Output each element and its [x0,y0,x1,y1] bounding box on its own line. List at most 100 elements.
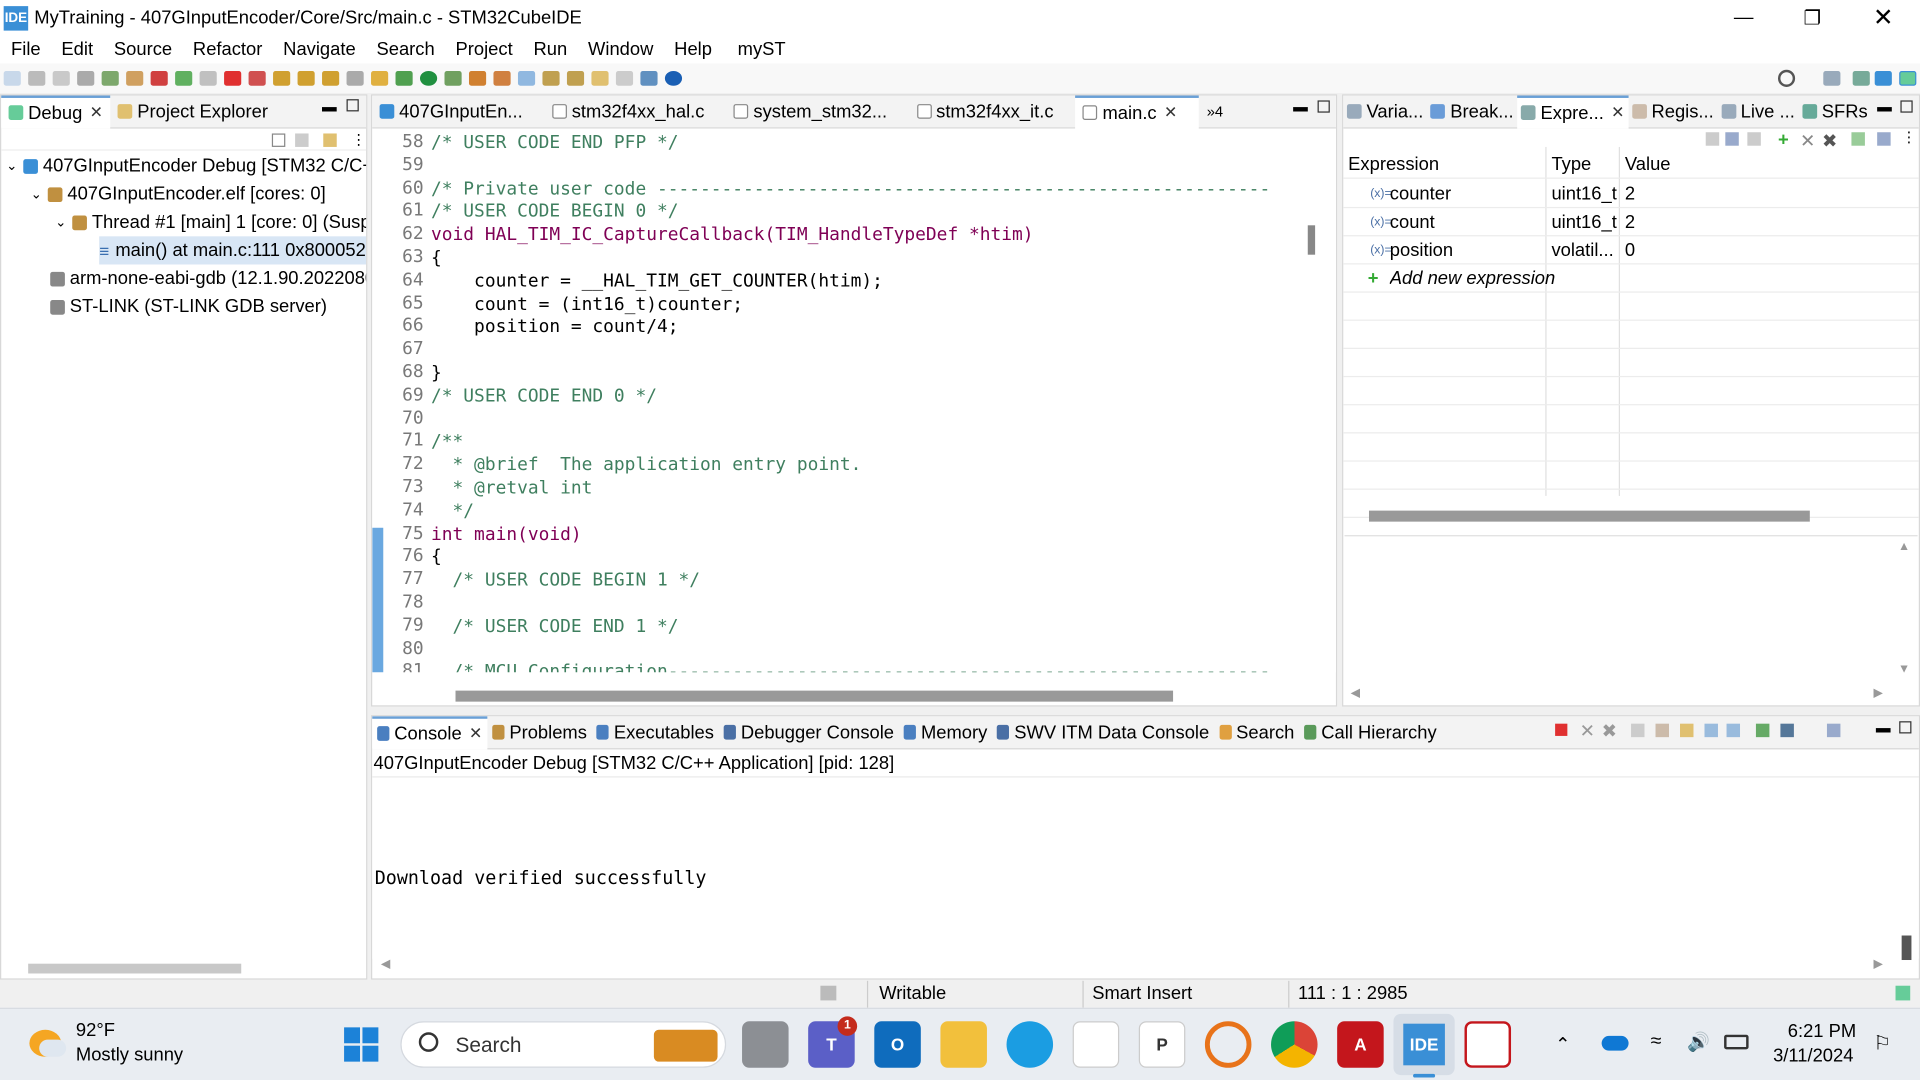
show-on-error-icon[interactable] [1726,723,1741,738]
code-line[interactable]: /** [431,430,463,453]
tab-project-explorer[interactable]: Project Explorer [110,95,275,128]
console-scroll-left-icon[interactable]: ◀ [381,958,390,971]
code-line[interactable]: } [431,361,442,384]
remove-all-launch-icon[interactable]: ✖ [1602,720,1617,742]
column-header[interactable]: Value [1625,151,1671,179]
editor-horizontal-scrollbar[interactable] [455,690,1174,702]
remove-launch-icon[interactable]: ✕ [1580,720,1595,742]
add-new-expression-label[interactable]: Add new expression [1390,264,1555,292]
battery-icon[interactable] [1724,1034,1749,1050]
minimize-view-icon[interactable]: ▬ [322,98,337,115]
console-tab-console[interactable]: Console ✕ [372,715,488,749]
editor-tab-2[interactable]: system_stm32... [726,95,909,128]
right-tab-5[interactable]: SFRs [1798,95,1871,128]
step-filter-icon[interactable] [323,133,337,147]
code-line[interactable]: /* USER CODE END 0 */ [431,384,657,407]
code-area[interactable]: 58 /* USER CODE END PFP */ 59 60 /* Private … [372,128,1336,673]
minimize-right-icon[interactable]: ▬ [1877,98,1892,115]
clear-console-icon[interactable] [1631,723,1645,738]
chevron-up-icon[interactable]: ⌃ [1555,1033,1570,1056]
disconnect-icon[interactable] [248,71,266,86]
console-output-area[interactable]: Download verified successfully [372,777,1919,961]
step-into-icon[interactable] [273,71,291,86]
instruction-step-icon[interactable] [346,71,364,86]
close-icon[interactable]: ✕ [1164,103,1177,123]
print-icon[interactable] [77,71,95,86]
close-button[interactable]: ✕ [1849,0,1918,36]
edge-icon[interactable] [1006,1021,1054,1068]
code-line[interactable]: { [431,246,442,269]
open-view-icon[interactable] [1851,132,1865,146]
scroll-down-icon[interactable]: ▼ [1898,662,1910,675]
tab-debug[interactable]: Debug ✕ [1,94,111,128]
cpp-perspective-icon[interactable] [1852,71,1870,86]
menu-myst[interactable]: myST [727,39,796,60]
column-header[interactable]: Type [1551,151,1591,179]
info-icon[interactable] [664,71,683,86]
word-wrap-icon[interactable] [1680,723,1694,738]
show-on-output-icon[interactable] [1704,723,1718,738]
expression-row[interactable]: (x)= counter uint16_t 2 [1343,180,1919,209]
code-line[interactable]: position = count/4; [431,315,678,338]
code-line[interactable]: int main(void) [431,522,582,545]
search-tool-icon[interactable] [493,71,511,86]
right-tab-2[interactable]: Expre... ✕ [1517,94,1629,128]
console-vertical-scrollbar[interactable] [1901,935,1912,961]
onedrive-icon[interactable] [1601,1035,1629,1051]
remove-all-icon[interactable] [295,133,309,147]
weather-widget[interactable] [29,1027,67,1059]
pin-console-icon[interactable] [1755,723,1770,738]
save-all-icon[interactable] [52,71,70,86]
tree-item-thread[interactable]: ⌄ Thread #1 [main] 1 [core: 0] (Susp [55,208,366,236]
perspective-icon[interactable] [1823,71,1841,86]
menu-search[interactable]: Search [365,39,444,60]
view-menu-icon[interactable]: ⋮ [1902,129,1917,146]
console-tab-call-hierarchy[interactable]: Call Hierarchy [1299,716,1441,749]
maximize-console-icon[interactable] [1899,721,1912,734]
close-icon[interactable]: ✕ [1611,103,1624,123]
expression-value[interactable]: 2 [1625,180,1870,208]
expression-row[interactable]: (x)= count uint16_t 2 [1343,208,1919,237]
code-line[interactable]: /* USER CODE END 1 */ [431,614,679,637]
tree-item-frame[interactable]: ≡ main() at main.c:111 0x8000520 [99,236,366,265]
search-icon[interactable] [1777,69,1796,87]
code-line[interactable]: void HAL_TIM_IC_CaptureCallback(TIM_Hand… [431,223,1033,246]
clock-date[interactable]: 3/11/2024 [1773,1046,1853,1067]
snipping-tool-icon[interactable] [1464,1021,1512,1068]
scroll-lock-icon[interactable] [1655,723,1669,738]
forward-icon[interactable] [615,71,634,86]
expression-value[interactable]: 2 [1625,208,1870,236]
step-over-icon[interactable] [297,71,315,86]
editor-tab-5[interactable]: »4 [1199,95,1223,128]
minimize-editor-icon[interactable]: ▬ [1293,98,1308,115]
task-view-icon[interactable] [742,1021,789,1068]
open-perspective-icon[interactable] [640,71,658,86]
expressions-horizontal-scrollbar[interactable] [1368,510,1810,522]
run-icon[interactable] [420,71,438,86]
show-type-icon[interactable] [1725,132,1739,146]
debug-bug-icon[interactable] [371,71,389,86]
notification-bell-icon[interactable]: ⚐ [1873,1031,1891,1055]
acrobat-icon[interactable]: A [1337,1021,1384,1068]
outlook-icon[interactable]: O [874,1021,921,1068]
maximize-right-icon[interactable] [1900,100,1913,113]
maximize-view-icon[interactable] [346,99,359,112]
terminate-console-icon[interactable] [1555,723,1568,736]
build-icon[interactable] [101,71,119,86]
code-line[interactable]: counter = __HAL_TIM_GET_COUNTER(htim); [431,269,883,292]
step-return-icon[interactable] [322,71,340,86]
skip-breakpoints-icon[interactable] [126,71,144,86]
tree-item-elf[interactable]: ⌄ 407GInputEncoder.elf [cores: 0] [31,180,326,208]
wifi-icon[interactable]: ≈ [1651,1031,1662,1053]
menu-source[interactable]: Source [103,39,182,60]
menu-help[interactable]: Help [663,39,722,60]
code-line[interactable]: /* USER CODE END PFP */ [431,131,678,154]
right-tab-1[interactable]: Break... [1427,95,1517,128]
code-line[interactable]: /* USER CODE BEGIN 1 */ [431,568,700,591]
tree-item-launch[interactable]: ⌄ 407GInputEncoder Debug [STM32 C/C++ [6,152,366,180]
editor-tab-0[interactable]: 407GInputEn... [372,95,545,128]
code-line[interactable]: count = (int16_t)counter; [431,292,743,315]
next-annotation-icon[interactable] [542,71,560,86]
scroll-right-icon[interactable]: ▶ [1873,687,1882,700]
vertical-scrollbar[interactable] [1307,225,1316,255]
